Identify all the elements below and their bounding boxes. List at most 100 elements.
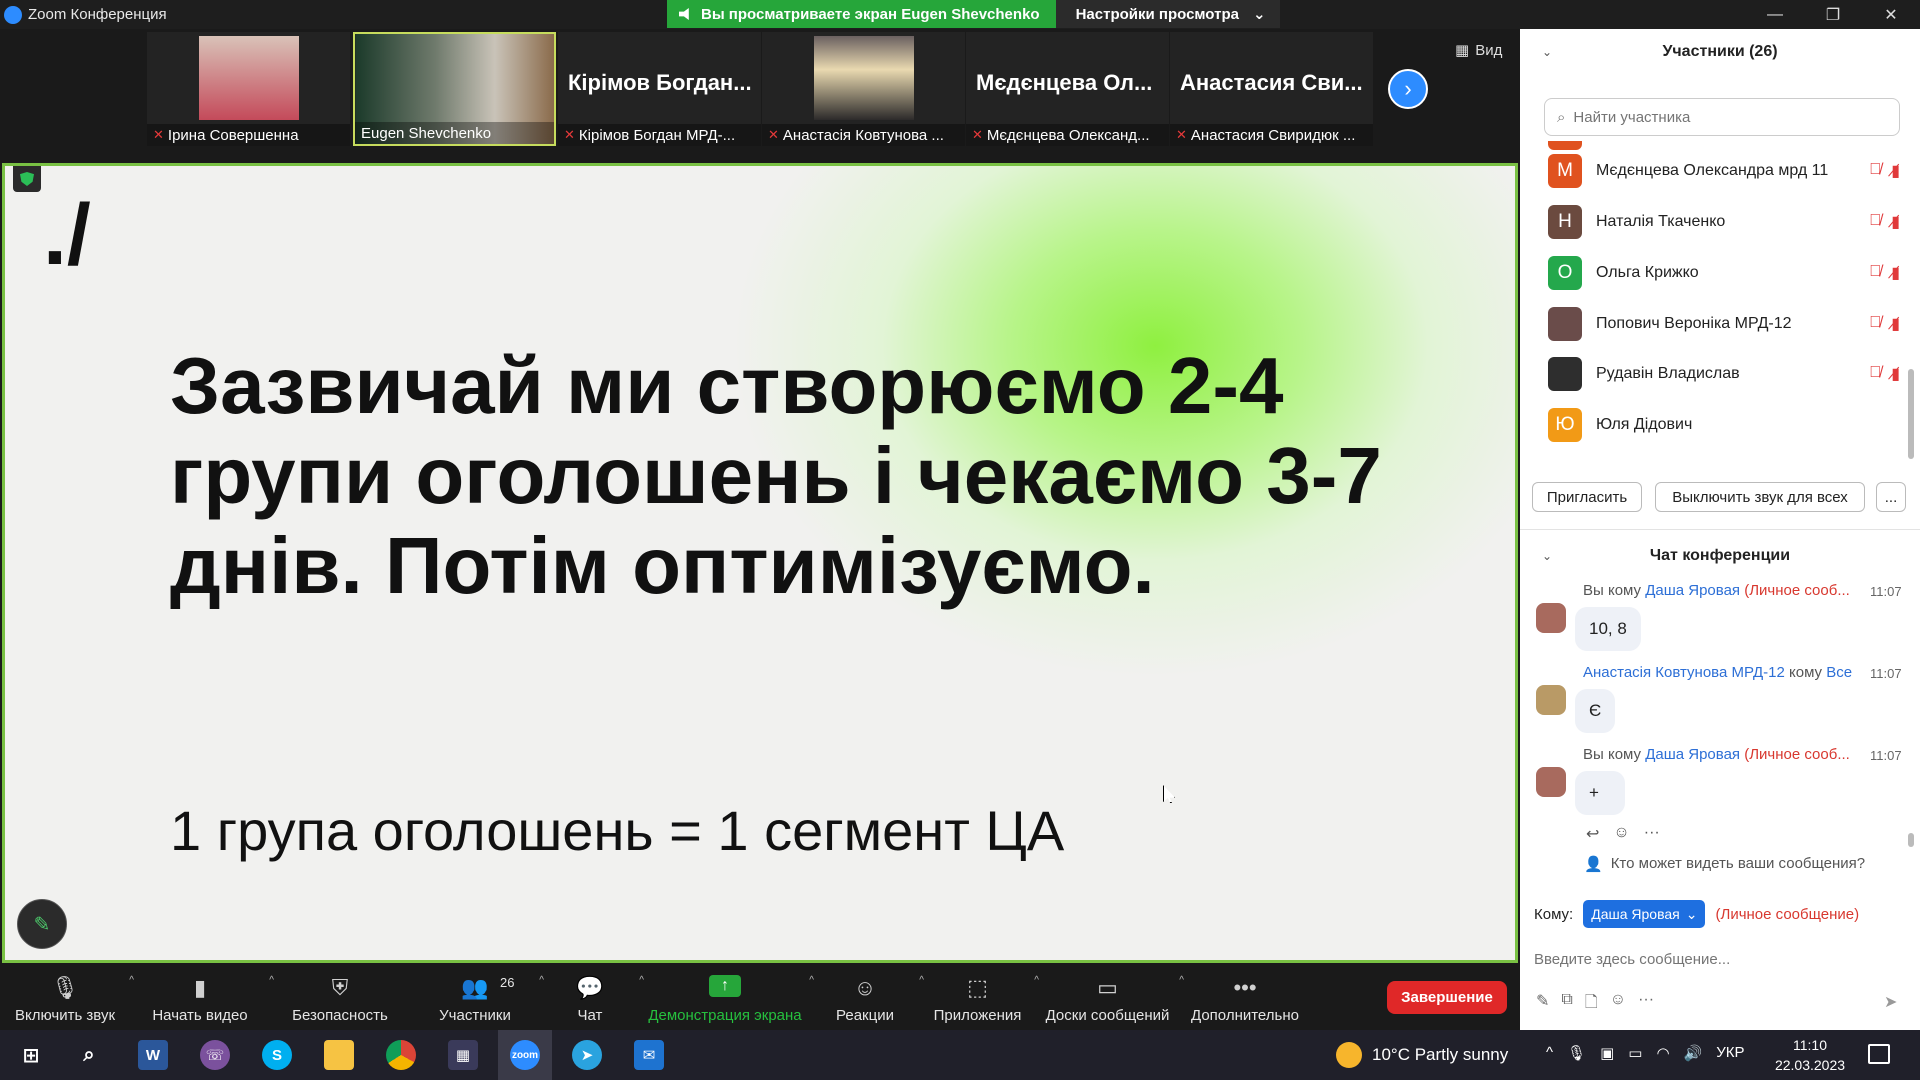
panel-divider — [1520, 529, 1920, 530]
participant-status: 🎙̸ ▮̸ — [1869, 314, 1900, 334]
more-button[interactable]: ••• Дополнительно — [1180, 963, 1310, 1030]
view-settings-label: Настройки просмотра — [1075, 5, 1239, 23]
viber-icon[interactable]: ☏ — [200, 1040, 230, 1070]
end-meeting-button[interactable]: Завершение — [1387, 981, 1507, 1014]
message-bubble[interactable]: + — [1575, 771, 1625, 815]
mute-all-button[interactable]: Выключить звук для всех — [1655, 482, 1865, 512]
reactions-button[interactable]: ☺ ^ Реакции — [810, 963, 924, 1030]
security-button[interactable]: ⛨ Безопасность — [270, 963, 410, 1030]
list-item[interactable]: Попович Вероніка МРД-12 🎙̸ ▮̸ — [1520, 298, 1900, 349]
chat-scrollbar[interactable] — [1908, 833, 1914, 847]
recipient-row: Кому: Даша Яровая ⌄ (Личное сообщение) — [1534, 900, 1859, 928]
skype-icon[interactable]: S — [262, 1040, 292, 1070]
participants-button[interactable]: 👥 26 ^ Участники — [410, 963, 544, 1030]
chevron-up-icon[interactable]: ^ — [1546, 1044, 1553, 1062]
notifications-icon[interactable] — [1868, 1044, 1890, 1064]
mic-muted-icon: 🎙̸ — [1869, 363, 1882, 381]
minimize-button[interactable]: — — [1746, 0, 1804, 29]
file-icon[interactable]: 🗋 — [1585, 991, 1598, 1018]
tile-namebar: ✕ Анастасія Ковтунова ... — [762, 124, 965, 146]
network-icon[interactable]: ▣ — [1600, 1044, 1614, 1062]
participants-more-button[interactable]: ... — [1876, 482, 1906, 512]
participants-count: 26 — [500, 975, 515, 990]
recipient-select[interactable]: Даша Яровая ⌄ — [1583, 900, 1706, 928]
avatar: М — [1548, 153, 1582, 188]
participants-scrollbar[interactable] — [1908, 369, 1914, 459]
avatar — [1536, 685, 1566, 715]
word-icon[interactable]: W — [138, 1040, 168, 1070]
tile-name: Анастасія Ковтунова ... — [782, 126, 944, 144]
more-dots-icon[interactable]: ··· — [1644, 824, 1660, 844]
video-tile[interactable]: Анастасия Сви... ✕ Анастасия Свиридюк ... — [1170, 32, 1373, 146]
list-item[interactable]: М Мєдєнцева Олександра мрд 11 🎙̸ ▮̸ — [1520, 145, 1900, 196]
who-can-see-link[interactable]: 👤 Кто может видеть ваши сообщения? — [1584, 855, 1865, 873]
language-indicator[interactable]: УКР — [1716, 1044, 1744, 1062]
message-meta: Анастасія Ковтунова МРД-12 кому Все — [1583, 664, 1853, 681]
participant-status: 🎙̸ ▮̸ — [1869, 161, 1900, 181]
screenshot-icon[interactable]: ⧉ — [1561, 991, 1572, 1018]
zoom-icon: zoom — [510, 1040, 540, 1070]
search-icon[interactable]: ⌕ — [74, 1040, 104, 1070]
video-off-icon: ▮̸ — [1891, 264, 1900, 282]
whiteboards-button[interactable]: ▭ ^ Доски сообщений — [1035, 963, 1184, 1030]
list-item[interactable]: Н Наталія Ткаченко 🎙̸ ▮̸ — [1520, 196, 1900, 247]
participant-search-input[interactable] — [1573, 108, 1874, 126]
video-tile[interactable]: Мєдєнцева Ол... ✕ Мєдєнцева Олександ... — [966, 32, 1169, 146]
video-tile-active[interactable]: Eugen Shevchenko — [353, 32, 556, 146]
video-strip: ✕ Ірина Совершенна Eugen Shevchenko Кірім… — [0, 29, 1520, 163]
wifi-icon[interactable]: ◠ — [1656, 1044, 1669, 1062]
viewing-indicator: Вы просматриваете экран Eugen Shevchenko — [667, 0, 1056, 28]
video-tile[interactable]: ✕ Ірина Совершенна — [147, 32, 350, 146]
participants-list: М Мєдєнцева Олександра мрд 11 🎙̸ ▮̸ Н Нат… — [1520, 141, 1900, 381]
list-item[interactable]: Ю Юля Дідович — [1520, 399, 1900, 450]
chat-icon: 💬 — [576, 975, 604, 1000]
view-button[interactable]: ▦ Вид — [1455, 41, 1502, 60]
video-tile[interactable]: ✕ Анастасія Ковтунова ... — [762, 32, 965, 146]
view-settings-button[interactable]: Настройки просмотра ⌄ — [1055, 0, 1280, 28]
next-page-button[interactable]: › — [1388, 69, 1428, 109]
video-tile[interactable]: Кірімов Богдан... ✕ Кірімов Богдан МРД-..… — [558, 32, 761, 146]
invite-button[interactable]: Пригласить — [1532, 482, 1642, 512]
mic-muted-icon: 🎙̸ — [1869, 160, 1882, 178]
reply-icon[interactable]: ↩ — [1586, 824, 1599, 844]
format-icon[interactable]: ✎ — [1536, 991, 1549, 1018]
chat-message-input[interactable] — [1534, 934, 1894, 984]
store-icon[interactable]: ▦ — [448, 1040, 478, 1070]
whiteboard-icon: ▭ — [1097, 975, 1118, 1000]
mic-muted-icon: 🎙̸ — [1869, 262, 1882, 280]
emoji-icon[interactable]: ☺ — [1610, 991, 1626, 1018]
telegram-icon[interactable]: ➤ — [572, 1040, 602, 1070]
chevron-down-icon: ⌄ — [1252, 6, 1266, 23]
battery-icon[interactable]: ▭ — [1628, 1044, 1642, 1062]
microphone-icon[interactable]: 🎙 — [1567, 1044, 1586, 1062]
weather-widget[interactable]: 10°C Partly sunny — [1336, 1042, 1508, 1068]
clock-time: 11:10 — [1793, 1037, 1827, 1053]
unmute-label: Включить звук — [14, 1007, 116, 1024]
send-icon[interactable]: ➤ — [1884, 992, 1897, 1012]
close-button[interactable]: ✕ — [1862, 0, 1920, 29]
start-video-button[interactable]: ▮ ^ Начать видео — [130, 963, 274, 1030]
participant-status: 🎙̸ ▮̸ — [1869, 364, 1900, 384]
volume-icon[interactable]: 🔊 — [1684, 1044, 1703, 1062]
add-reaction-icon[interactable]: ☺ — [1613, 824, 1629, 844]
chrome-icon[interactable] — [386, 1040, 416, 1070]
participant-search[interactable]: ⌕ — [1544, 98, 1900, 136]
zoom-taskbar-item[interactable]: zoom — [498, 1030, 552, 1080]
clock[interactable]: 11:10 22.03.2023 — [1770, 1035, 1850, 1075]
list-item[interactable]: О Ольга Крижко 🎙̸ ▮̸ — [1520, 247, 1900, 298]
list-item[interactable]: Рудавін Владислав 🎙̸ ▮̸ — [1520, 348, 1900, 399]
windows-start-icon[interactable]: ⊞ — [16, 1040, 46, 1070]
apps-button[interactable]: ⬚ ^ Приложения — [920, 963, 1039, 1030]
chat-button[interactable]: 💬 ^ Чат — [540, 963, 644, 1030]
message-bubble[interactable]: Є — [1575, 689, 1616, 733]
file-explorer-icon[interactable] — [324, 1040, 354, 1070]
unmute-button[interactable]: 🎙 ^ Включить звук — [0, 963, 134, 1030]
message-bubble[interactable]: 10, 8 — [1575, 607, 1641, 651]
annotate-button[interactable]: ✎ — [17, 899, 67, 949]
mic-muted-icon: ✕ — [1176, 127, 1187, 142]
share-screen-button[interactable]: ↑ ^ Демонстрация экрана — [640, 963, 814, 1030]
more-dots-icon[interactable]: ··· — [1638, 991, 1654, 1018]
mail-icon[interactable]: ✉ — [634, 1040, 664, 1070]
message-time: 11:07 — [1870, 748, 1902, 763]
restore-button[interactable]: ❐ — [1804, 0, 1862, 29]
